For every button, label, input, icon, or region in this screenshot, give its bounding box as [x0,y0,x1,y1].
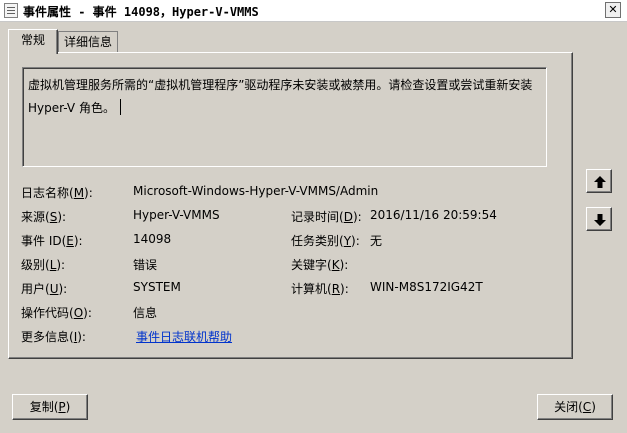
task-category-label: 任务类别(Y): [291,234,360,248]
level-label: 级别(L): [21,258,66,272]
close-button[interactable]: 关闭(C) [537,394,613,420]
event-log-online-help-link[interactable]: 事件日志联机帮助 [136,328,232,345]
description-line-2: Hyper-V 角色。 [28,97,541,120]
task-category-value: 无 [370,234,383,248]
title-bar: 事件属性 - 事件 14098，Hyper-V-VMMS ✕ [0,0,627,22]
event-properties-icon [4,3,18,18]
log-name-label: 日志名称(M): [21,186,93,200]
tab-general[interactable]: 常规 [8,29,58,54]
log-name-value: Microsoft-Windows-Hyper-V-VMMS/Admin [133,184,379,198]
text-caret [119,99,121,115]
window-title: 事件属性 - 事件 14098，Hyper-V-VMMS [23,5,259,19]
keywords-label: 关键字(K): [291,258,349,272]
user-label: 用户(U): [21,282,68,296]
computer-value: WIN-M8S172IG42T [370,280,483,294]
more-info-label: 更多信息(I): [21,330,86,344]
description-line-1: 虚拟机管理服务所需的“虚拟机管理程序”驱动程序未安装或被禁用。请检查设置或尝试重… [28,78,533,92]
opcode-value: 信息 [133,306,158,320]
logged-label: 记录时间(D): [291,210,362,224]
source-value: Hyper-V-VMMS [133,208,220,222]
opcode-label: 操作代码(O): [21,306,92,320]
computer-label: 计算机(R): [291,282,349,296]
previous-event-button[interactable] [586,169,612,193]
arrow-up-icon [594,176,606,188]
user-value: SYSTEM [133,280,181,294]
tab-details[interactable]: 详细信息 [58,31,118,53]
event-description[interactable]: 虚拟机管理服务所需的“虚拟机管理程序”驱动程序未安装或被禁用。请检查设置或尝试重… [22,67,547,167]
next-event-button[interactable] [586,207,612,231]
level-value: 错误 [133,258,158,272]
arrow-down-icon [594,214,606,226]
source-label: 来源(S): [21,210,67,224]
logged-value: 2016/11/16 20:59:54 [370,208,497,222]
window-close-button[interactable]: ✕ [605,2,621,18]
event-id-label: 事件 ID(E): [21,234,83,248]
copy-button[interactable]: 复制(P) [12,394,88,420]
event-id-value: 14098 [133,232,172,246]
